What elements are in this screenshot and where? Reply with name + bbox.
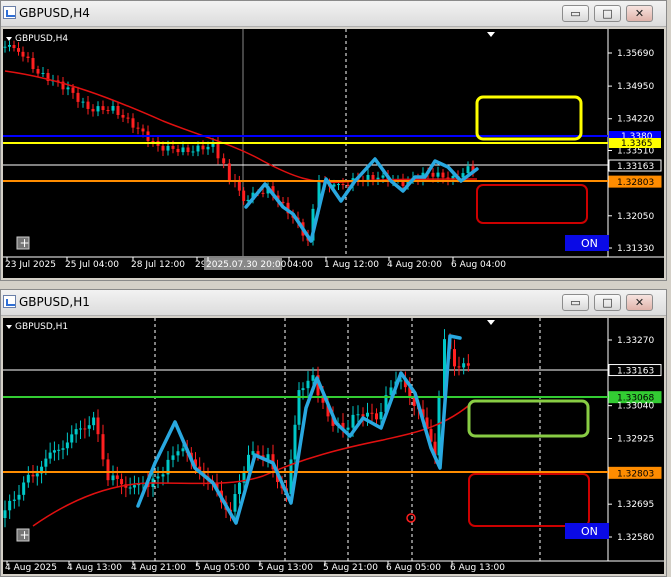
price-label: 1.34220: [617, 115, 654, 125]
price-scale[interactable]: 1.332701.331631.330681.330401.329251.328…: [608, 336, 662, 543]
shift-marker-icon[interactable]: [487, 32, 495, 37]
time-label: 28 Jul 12:00: [131, 260, 185, 270]
price-chart-h4[interactable]: GBPUSD,H4 1.35690 1.34950 1.34220 1.33510 1.…: [3, 29, 664, 278]
close-button[interactable]: ✕: [626, 294, 653, 311]
time-scale[interactable]: 4 Aug 2025 4 Aug 13:00 4 Aug 21:00 5 Aug 05…: [5, 561, 505, 573]
minimize-button[interactable]: ▭: [562, 294, 589, 311]
time-label: 23 Jul 2025: [5, 260, 56, 270]
chart-canvas[interactable]: GBPUSD,H4 1.356901.349501.342201.335101.…: [3, 29, 664, 278]
on-button-label[interactable]: ON: [581, 525, 598, 538]
zoom-plus-glyph: +: [20, 236, 30, 250]
time-label: 4 Aug 2025: [5, 563, 57, 573]
chart-app-icon: [3, 6, 16, 19]
zigzag-line: [244, 157, 479, 243]
time-label: 5 Aug 13:00: [258, 563, 313, 573]
price-scale[interactable]: 1.356901.349501.342201.335101.331631.328…: [608, 49, 662, 254]
dropdown-triangle-icon[interactable]: [6, 325, 12, 329]
time-label: 4 Aug 13:00: [67, 563, 122, 573]
chart-canvas[interactable]: GBPUSD,H1 1.332701.331631.330681.330401.…: [3, 318, 664, 574]
price-chart-h1[interactable]: GBPUSD,H1 1.33270 1.33163 1.33068 1.33040 1.…: [3, 318, 664, 574]
price-label: 1.35690: [617, 49, 654, 59]
red-zone-box[interactable]: [476, 184, 588, 224]
on-button-label[interactable]: ON: [581, 237, 598, 250]
symbol-label: GBPUSD,H1: [15, 322, 68, 332]
time-label: 5 Aug 21:00: [323, 563, 378, 573]
time-label: 2025.07.30 20:00: [206, 260, 287, 270]
time-label: 6 Aug 04:00: [451, 260, 506, 270]
price-label: 1.33270: [617, 336, 654, 346]
price-label: 1.34950: [617, 82, 654, 92]
symbol-label: GBPUSD,H4: [15, 34, 68, 44]
moving-average-line: [4, 70, 478, 184]
price-label: 1.32803: [617, 178, 654, 188]
maximize-button[interactable]: □: [594, 5, 621, 22]
price-label: 1.33163: [617, 162, 654, 172]
window-titlebar[interactable]: GBPUSD,H4 ▭ □ ✕: [1, 1, 666, 27]
window-titlebar[interactable]: GBPUSD,H1 ▭ □ ✕: [1, 290, 666, 316]
chart-app-icon: [3, 295, 16, 308]
close-button[interactable]: ✕: [626, 5, 653, 22]
time-label: 25 Jul 04:00: [65, 260, 119, 270]
period-separators: [154, 318, 541, 561]
time-label: 1 Aug 12:00: [324, 260, 379, 270]
time-label: 4 Aug 21:00: [131, 563, 186, 573]
price-label: 1.32925: [617, 435, 654, 445]
price-label: 1.31330: [617, 244, 654, 254]
dropdown-triangle-icon[interactable]: [6, 37, 12, 41]
price-label: 1.32050: [617, 212, 654, 222]
time-label: 5 Aug 05:00: [195, 563, 250, 573]
red-zone-box[interactable]: [468, 473, 590, 527]
time-scale[interactable]: 23 Jul 2025 25 Jul 04:00 28 Jul 12:00 29 202…: [5, 257, 506, 270]
time-label: 6 Aug 13:00: [450, 563, 505, 573]
minimize-button[interactable]: ▭: [562, 5, 589, 22]
chart-window-gbpusd-h4[interactable]: GBPUSD,H4 ▭ □ ✕ GBPUSD,H4 1.35690 1.34950…: [0, 0, 667, 281]
candles: [3, 329, 470, 528]
chart-window-gbpusd-h1[interactable]: GBPUSD,H1 ▭ □ ✕ GBPUSD,H1 1.33270 1.33163…: [0, 289, 667, 577]
svg-text:1.3365: 1.3365: [621, 139, 653, 149]
time-label: 04:00: [287, 260, 313, 270]
red-circle-marker: [406, 513, 416, 523]
zoom-plus-glyph: +: [20, 528, 30, 542]
price-label: 1.32803: [617, 469, 654, 479]
time-label: 6 Aug 05:00: [386, 563, 441, 573]
price-label: 1.33163: [617, 367, 654, 377]
window-title: GBPUSD,H4: [19, 6, 90, 20]
time-label: 4 Aug 20:00: [387, 260, 442, 270]
maximize-button[interactable]: □: [594, 294, 621, 311]
yellow-price-badge: 1.3365: [609, 138, 661, 149]
yellow-zone-box[interactable]: [475, 95, 583, 141]
price-label: 1.32695: [617, 500, 654, 510]
shift-marker-icon[interactable]: [487, 320, 495, 325]
window-title: GBPUSD,H1: [19, 295, 90, 309]
green-zone-box[interactable]: [467, 399, 590, 438]
price-label: 1.33040: [617, 402, 654, 412]
price-label: 1.32580: [617, 533, 654, 543]
